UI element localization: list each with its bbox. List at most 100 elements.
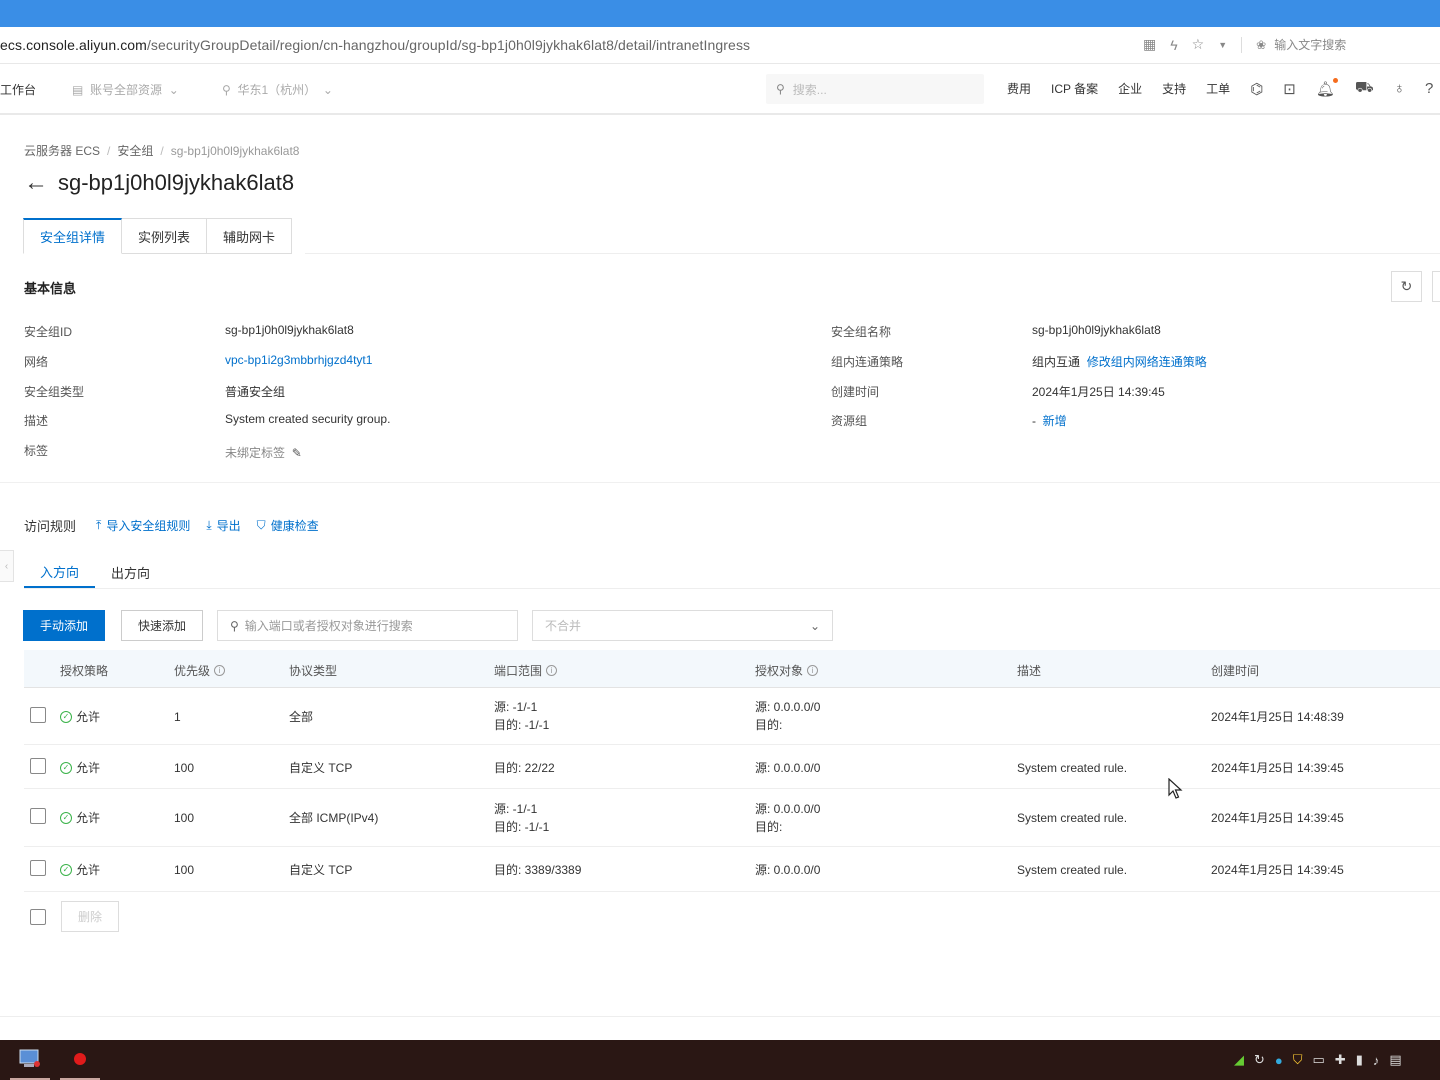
- info-icon[interactable]: i: [807, 665, 819, 676]
- select-all-checkbox[interactable]: [30, 909, 46, 925]
- col-created-time-label: 创建时间: [1211, 664, 1260, 678]
- protocol-cell: 自定义 TCP: [289, 761, 353, 775]
- more-button[interactable]: [1432, 271, 1440, 302]
- security-icon[interactable]: ✚: [1335, 1052, 1346, 1068]
- terminal-icon[interactable]: ⊡: [1283, 80, 1296, 98]
- refresh-icon: ↻: [1400, 278, 1413, 294]
- info-value-sg-name: sg-bp1j0h0l9jykhak6lat8: [1032, 323, 1161, 337]
- nav-link-enterprise[interactable]: 企业: [1118, 80, 1142, 97]
- breadcrumb-security-group[interactable]: 安全组: [117, 144, 153, 158]
- edit-pencil-icon[interactable]: ✎: [292, 446, 302, 460]
- info-icon[interactable]: i: [214, 665, 226, 676]
- table-header: 授权策略 优先级 i 协议类型 端口范围 i 授权对象 i 描述 创建时间: [24, 650, 1440, 688]
- nav-workbench[interactable]: 工作台: [0, 81, 36, 98]
- desc-cell: System created rule.: [1017, 761, 1128, 775]
- policy-value: 允许: [76, 710, 101, 724]
- check-circle-icon: ✓: [60, 711, 72, 723]
- tab-inbound[interactable]: 入方向: [24, 556, 96, 588]
- sync-icon[interactable]: ↻: [1254, 1052, 1265, 1068]
- back-arrow-icon[interactable]: ←: [24, 171, 48, 195]
- breadcrumb-ecs[interactable]: 云服务器 ECS: [24, 144, 100, 158]
- tab-security-group-details[interactable]: 安全组详情: [23, 218, 123, 254]
- import-rules-button[interactable]: ⤒ 导入安全组规则: [96, 517, 190, 534]
- nav-link-support[interactable]: 支持: [1162, 80, 1186, 97]
- cart-icon[interactable]: ⛟: [1355, 79, 1374, 98]
- row-checkbox[interactable]: [30, 707, 46, 723]
- tab-outbound[interactable]: 出方向: [95, 556, 166, 588]
- page-title: sg-bp1j0h0l9jykhak6lat8: [58, 170, 295, 195]
- help-icon[interactable]: ?: [1425, 80, 1433, 97]
- system-tray: ◢ ↻ ● ⛉ ▭ ✚ ▮ ♪ ▤: [1234, 1052, 1402, 1068]
- info-icon[interactable]: i: [546, 665, 558, 676]
- port-dst-cell: 目的: 22/22: [494, 761, 555, 775]
- info-value-intra-policy: 组内互通 修改组内网络连通策略: [1032, 353, 1207, 370]
- modify-intra-policy-link[interactable]: 修改组内网络连通策略: [1087, 355, 1207, 369]
- nav-link-billing[interactable]: 费用: [1007, 80, 1031, 97]
- qr-code-icon[interactable]: ▦: [1143, 36, 1156, 53]
- row-checkbox[interactable]: [30, 860, 46, 876]
- volume-icon[interactable]: ♪: [1373, 1053, 1380, 1068]
- check-circle-icon: ✓: [60, 864, 72, 876]
- breadcrumb: 云服务器 ECS / 安全组 / sg-bp1j0h0l9jykhak6lat8: [24, 142, 299, 159]
- merge-select[interactable]: 不合并 ⌄: [532, 610, 833, 641]
- row-checkbox[interactable]: [30, 808, 46, 824]
- chat-icon[interactable]: ●: [1275, 1053, 1283, 1068]
- intra-policy-value: 组内互通: [1032, 355, 1081, 369]
- chevron-down-icon: ⌄: [168, 83, 179, 97]
- obj-src-cell: 源: 0.0.0.0/0: [755, 761, 821, 775]
- export-button[interactable]: ⤓ 导出: [206, 517, 240, 534]
- add-resource-group-link[interactable]: 新增: [1043, 414, 1067, 428]
- resources-icon: ▤: [72, 83, 84, 97]
- os-taskbar: ◢ ↻ ● ⛉ ▭ ✚ ▮ ♪ ▤: [0, 1040, 1440, 1080]
- info-value-vpc-link[interactable]: vpc-bp1i2g3mbbrhjgzd4tyt1: [225, 353, 372, 367]
- browser-address-bar[interactable]: ecs.console.aliyun.com/securityGroupDeta…: [0, 27, 1440, 64]
- info-value-created-time: 2024年1月25日 14:39:45: [1032, 385, 1165, 399]
- shield-check-icon: ⛉: [256, 518, 266, 532]
- sidebar-collapse-handle[interactable]: ‹: [0, 550, 14, 582]
- direction-tabs-divider: [24, 588, 1440, 589]
- rule-search-box[interactable]: ⚲: [217, 610, 518, 641]
- manual-add-button[interactable]: 手动添加: [23, 610, 105, 641]
- rule-search-input[interactable]: [244, 618, 495, 633]
- bell-icon[interactable]: 🔔︎: [1316, 77, 1338, 98]
- console-search[interactable]: ⚲ 搜索...: [766, 74, 984, 104]
- info-label-created-time: 创建时间: [831, 385, 880, 399]
- lightning-icon[interactable]: ϟ: [1170, 37, 1177, 53]
- rules-table: 授权策略 优先级 i 协议类型 端口范围 i 授权对象 i 描述 创建时间 ✓ 允许 1…: [24, 650, 1440, 892]
- row-checkbox[interactable]: [30, 758, 46, 774]
- priority-cell: 100: [174, 761, 195, 775]
- delete-button[interactable]: 删除: [61, 901, 119, 932]
- shield-icon[interactable]: ⛉: [1293, 1052, 1303, 1068]
- dropdown-arrow-icon[interactable]: ▼: [1218, 40, 1227, 50]
- url-text[interactable]: ecs.console.aliyun.com/securityGroupDeta…: [0, 37, 750, 53]
- nav-region-selector[interactable]: ⚲ 华东1（杭州） ⌄: [222, 81, 333, 98]
- table-row: ✓ 允许 1 全部 源: -1/-1 目的: -1/-1 源: 0.0.0.0/0…: [24, 688, 1440, 745]
- priority-cell: 100: [174, 863, 195, 877]
- nav-account-resources[interactable]: ▤ 账号全部资源 ⌄: [72, 81, 179, 98]
- browser-search[interactable]: ❀ 输入文字搜索: [1256, 36, 1346, 53]
- browser-search-placeholder: 输入文字搜索: [1274, 38, 1347, 52]
- rules-title: 访问规则: [24, 519, 77, 534]
- gpu-icon[interactable]: ◢: [1234, 1052, 1244, 1068]
- nav-link-icp[interactable]: ICP 备案: [1051, 80, 1098, 97]
- tab-instance-list[interactable]: 实例列表: [122, 218, 208, 254]
- taskbar-app-recorder[interactable]: [60, 1040, 100, 1080]
- refresh-button[interactable]: ↻: [1391, 271, 1422, 302]
- star-icon[interactable]: ☆: [1192, 36, 1205, 53]
- nav-link-ticket[interactable]: 工单: [1206, 80, 1230, 97]
- info-label-sg-id: 安全组ID: [24, 325, 73, 339]
- taskbar-app-network[interactable]: [10, 1040, 50, 1080]
- chevron-down-icon: ⌄: [809, 618, 820, 633]
- notification-icon[interactable]: ▤: [1389, 1052, 1401, 1068]
- ai-assistant-icon[interactable]: ⌬: [1250, 80, 1263, 98]
- tab-secondary-eni[interactable]: 辅助网卡: [207, 218, 293, 254]
- info-label-sg-type: 安全组类型: [24, 385, 85, 399]
- display-icon[interactable]: ▭: [1313, 1052, 1325, 1068]
- tabs-divider: [305, 253, 1440, 254]
- port-dst-cell: 目的: -1/-1: [494, 718, 550, 732]
- lightbulb-icon[interactable]: ♁: [1394, 80, 1405, 97]
- mouse-cursor-icon: [1168, 778, 1183, 799]
- quick-add-button[interactable]: 快速添加: [121, 610, 203, 641]
- health-check-button[interactable]: ⛉ 健康检查: [257, 517, 319, 534]
- microphone-icon[interactable]: ▮: [1356, 1052, 1363, 1068]
